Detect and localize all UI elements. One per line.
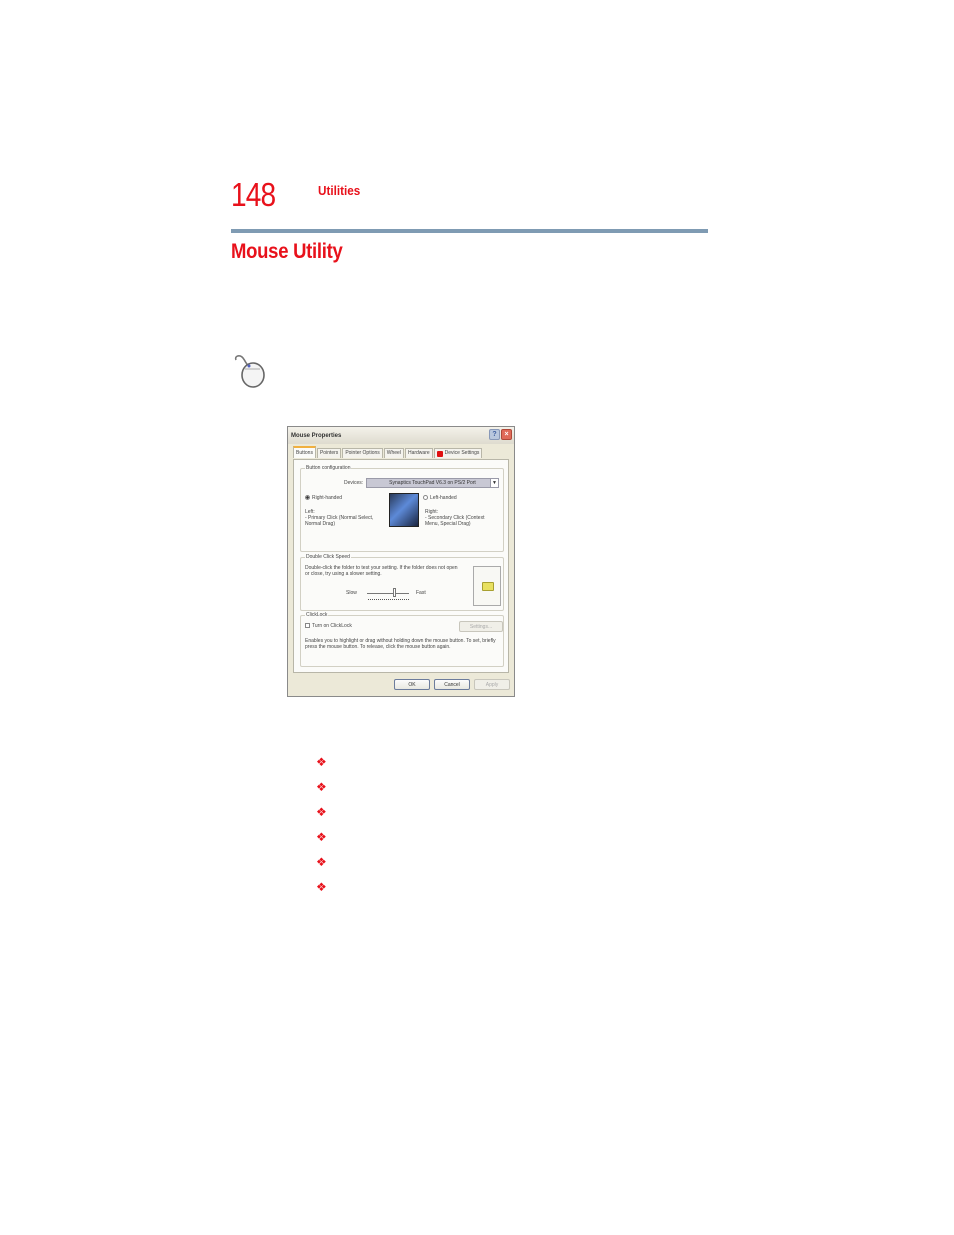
double-click-speed-slider[interactable] [367,593,409,594]
bullet-icon: ❖ [316,855,327,869]
cancel-button[interactable]: Cancel [434,679,470,690]
folder-icon[interactable] [482,582,494,591]
bullet-icon: ❖ [316,805,327,819]
bullet-list: ❖ ❖ ❖ ❖ ❖ ❖ [316,756,327,906]
right-handed-radio[interactable]: Right-handed [305,495,342,501]
tab-pointer-options[interactable]: Pointer Options [342,448,383,458]
slider-thumb[interactable] [393,588,396,597]
checkbox-icon [305,623,310,629]
section-name: Utilities [318,183,361,198]
double-click-description: Double-click the folder to test your set… [305,565,458,577]
tab-label: Pointers [319,450,339,456]
checkbox-label: Turn on ClickLock [312,623,352,629]
group-label: Button configuration [305,465,352,471]
devices-label: Devices: [344,480,364,486]
clicklock-checkbox[interactable]: Turn on ClickLock [305,623,352,629]
page-number: 148 [231,176,276,213]
close-button[interactable]: × [501,429,512,440]
tab-buttons[interactable]: Buttons [293,446,316,458]
button-configuration-group: Button configuration Devices: Synaptics … [300,465,504,552]
touchpad-image [389,493,419,527]
tab-label: Buttons [296,449,313,456]
radio-label: Left-handed [430,495,457,501]
tab-label: Hardware [407,450,430,456]
synaptics-icon [436,450,443,457]
tab-pointers[interactable]: Pointers [316,448,342,458]
slider-ticks [368,599,409,601]
mouse-icon [234,355,265,388]
buttons-tab-panel: Button configuration Devices: Synaptics … [293,459,509,673]
test-folder-area[interactable] [473,566,501,606]
devices-select-value: Synaptics TouchPad V6.3 on PS/2 Port [389,480,476,486]
chevron-down-icon[interactable]: ▼ [490,479,498,487]
group-label: Double Click Speed [305,554,351,560]
right-button-description: - Secondary Click (Context Menu, Special… [425,515,485,527]
dialog-titlebar: Mouse Properties ? × [288,427,514,444]
clicklock-description: Enables you to highlight or drag without… [305,638,496,650]
bullet-icon: ❖ [316,780,327,794]
clicklock-settings-button[interactable]: Settings... [459,621,503,632]
bullet-icon: ❖ [316,830,327,844]
tab-hardware[interactable]: Hardware [404,448,433,458]
radio-label: Right-handed [312,495,343,501]
radio-checked-icon [305,495,310,501]
fast-label: Fast [416,590,426,596]
tab-device-settings[interactable]: Device Settings [433,448,483,458]
page-heading: Mouse Utility [231,240,343,263]
bullet-icon: ❖ [316,880,327,894]
tab-wheel[interactable]: Wheel [383,448,404,458]
clicklock-group: ClickLock Turn on ClickLock Settings... … [300,612,504,667]
left-handed-radio[interactable]: Left-handed [423,495,457,501]
bullet-icon: ❖ [316,755,327,769]
tab-label: Device Settings [444,450,480,456]
double-click-speed-group: Double Click Speed Double-click the fold… [300,554,504,611]
dialog-title: Mouse Properties [291,432,342,439]
radio-unchecked-icon [423,495,428,501]
group-label: ClickLock [305,612,329,618]
header-rule [231,229,708,233]
apply-button[interactable]: Apply [474,679,510,690]
left-button-description: - Primary Click (Normal Select, Normal D… [305,515,374,527]
ok-button[interactable]: OK [394,679,430,690]
tab-label: Wheel [386,450,401,456]
mouse-properties-dialog: Mouse Properties ? × Buttons Pointers Po… [287,426,515,697]
devices-select[interactable]: Synaptics TouchPad V6.3 on PS/2 Port ▼ [366,478,499,488]
tab-bar: Buttons Pointers Pointer Options Wheel H… [293,446,483,458]
help-button[interactable]: ? [489,429,500,440]
slow-label: Slow [346,590,357,596]
tab-label: Pointer Options [345,450,380,456]
